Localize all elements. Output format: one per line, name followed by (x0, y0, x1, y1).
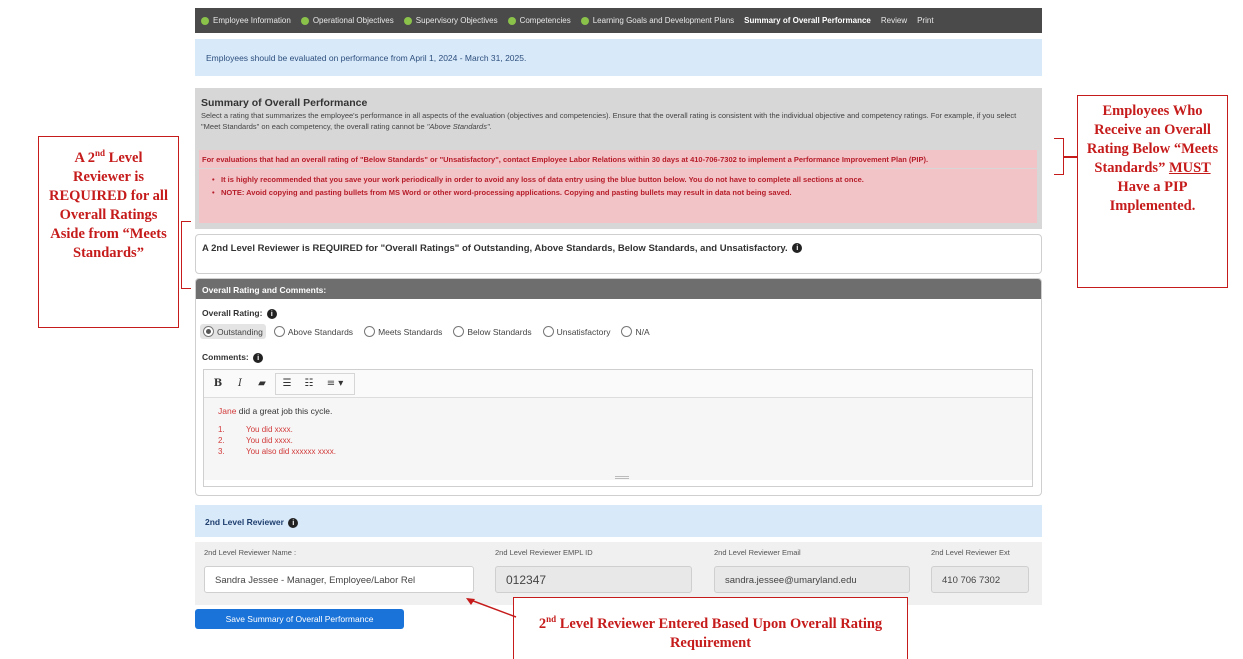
radio-empty-icon (621, 326, 633, 337)
comments-textarea[interactable]: Jane did a great job this cycle. 1. You d… (204, 398, 1032, 480)
radio-outstanding[interactable]: Outstanding (200, 324, 266, 339)
resize-handle-icon[interactable] (615, 476, 629, 479)
info-icon[interactable]: i (792, 243, 803, 254)
second-reviewer-required-notice: A 2nd Level Reviewer is REQUIRED for "Ov… (195, 234, 1042, 274)
info-icon[interactable]: i (288, 517, 299, 528)
nav-review[interactable]: Review (881, 16, 907, 25)
complete-dot-icon (580, 16, 589, 25)
note-item: It is highly recommended that you save y… (212, 175, 1037, 184)
info-icon[interactable]: i (266, 308, 277, 319)
bold-button[interactable]: B (209, 375, 227, 393)
nav-learning-goals[interactable]: Learning Goals and Development Plans (580, 16, 734, 25)
bulleted-list-icon[interactable]: ☰ (278, 375, 296, 393)
note-item: NOTE: Avoid copying and pasting bullets … (212, 188, 1037, 197)
second-reviewer-fields: 2nd Level Reviewer Name : Sandra Jessee … (195, 542, 1042, 605)
left-bracket (181, 221, 191, 289)
radio-selected-icon (203, 326, 214, 337)
reviewer-emplid-label: 2nd Level Reviewer EMPL ID (495, 548, 593, 557)
section-nav: Employee Information Operational Objecti… (195, 8, 1042, 33)
pip-alert: For evaluations that had an overall rati… (199, 150, 1037, 168)
radio-below-standards[interactable]: Below Standards (450, 324, 534, 339)
rating-card-header: Overall Rating and Comments: (196, 279, 1041, 299)
overall-rating-label: Overall Rating: i (202, 308, 277, 319)
nav-employee-information[interactable]: Employee Information (201, 16, 291, 25)
complete-dot-icon (300, 16, 309, 25)
clear-format-icon[interactable]: ▰ (253, 375, 271, 393)
nav-summary-of-overall-performance[interactable]: Summary of Overall Performance (744, 16, 871, 25)
complete-dot-icon (201, 16, 209, 25)
editor-toolbar: B I ▰ ☰ ☷ ≡ ▾ (204, 370, 1032, 398)
radio-above-standards[interactable]: Above Standards (271, 324, 356, 339)
summary-title: Summary of Overall Performance (201, 97, 368, 109)
list-item: 3. You also did xxxxxx xxxx. (218, 447, 336, 456)
radio-empty-icon (453, 326, 465, 337)
nav-operational-objectives[interactable]: Operational Objectives (300, 16, 394, 25)
radio-empty-icon (542, 326, 554, 337)
annotation-reviewer-entered: 2nd Level Reviewer Entered Based Upon Ov… (513, 597, 908, 659)
reviewer-ext-label: 2nd Level Reviewer Ext (931, 548, 1010, 557)
numbered-list-icon[interactable]: ☷ (300, 375, 318, 393)
radio-na[interactable]: N/A (618, 324, 652, 339)
save-summary-button[interactable]: Save Summary of Overall Performance (195, 609, 404, 629)
overall-rating-card: Overall Rating and Comments: Overall Rat… (195, 278, 1042, 496)
comment-line: Jane did a great job this cycle. (218, 406, 333, 416)
radio-unsatisfactory[interactable]: Unsatisfactory (540, 324, 614, 339)
list-button-group: ☰ ☷ ≡ ▾ (275, 372, 355, 395)
nav-print[interactable]: Print (917, 16, 933, 25)
arrow-icon (466, 598, 517, 618)
radio-empty-icon (364, 326, 376, 337)
comment-list: 1. You did xxxx. 2. You did xxxx. 3. You al… (218, 425, 1018, 456)
radio-meets-standards[interactable]: Meets Standards (361, 324, 445, 339)
right-bracket-connector (1064, 156, 1077, 158)
overall-rating-radio-group: Outstanding Above Standards Meets Standa… (200, 324, 658, 339)
summary-description: Select a rating that summarizes the empl… (201, 111, 1017, 131)
annotation-pip-required: Employees Who Receive an Overall Rating … (1077, 95, 1228, 288)
summary-panel: Summary of Overall Performance Select a … (195, 88, 1042, 229)
reviewer-ext-field: 410 706 7302 (931, 566, 1029, 593)
annotation-second-reviewer-required: A 2nd Level Reviewer is REQUIRED for all… (38, 136, 179, 328)
second-reviewer-banner: 2nd Level Reviewer i (195, 505, 1042, 537)
complete-dot-icon (507, 16, 516, 25)
evaluation-app: Employee Information Operational Objecti… (195, 8, 1042, 629)
radio-empty-icon (273, 326, 285, 337)
info-icon[interactable]: i (253, 352, 264, 363)
align-dropdown-icon[interactable]: ≡ ▾ (322, 375, 348, 393)
save-notes: It is highly recommended that you save y… (199, 169, 1037, 223)
list-item: 1. You did xxxx. (218, 425, 293, 434)
reviewer-name-input[interactable]: Sandra Jessee - Manager, Employee/Labor … (204, 566, 474, 593)
reviewer-email-label: 2nd Level Reviewer Email (714, 548, 801, 557)
evaluation-period-banner: Employees should be evaluated on perform… (195, 39, 1042, 76)
reviewer-name-label: 2nd Level Reviewer Name : (204, 548, 297, 557)
comments-editor: B I ▰ ☰ ☷ ≡ ▾ Jane did a great job this … (203, 369, 1033, 487)
comments-label: Comments: i (202, 352, 264, 363)
reviewer-emplid-field: 012347 (495, 566, 692, 593)
list-item: 2. You did xxxx. (218, 436, 293, 445)
italic-button[interactable]: I (231, 375, 249, 393)
nav-supervisory-objectives[interactable]: Supervisory Objectives (403, 16, 498, 25)
right-bracket (1054, 138, 1064, 175)
reviewer-email-field: sandra.jessee@umaryland.edu (714, 566, 910, 593)
complete-dot-icon (403, 16, 412, 25)
nav-competencies[interactable]: Competencies (507, 16, 571, 25)
